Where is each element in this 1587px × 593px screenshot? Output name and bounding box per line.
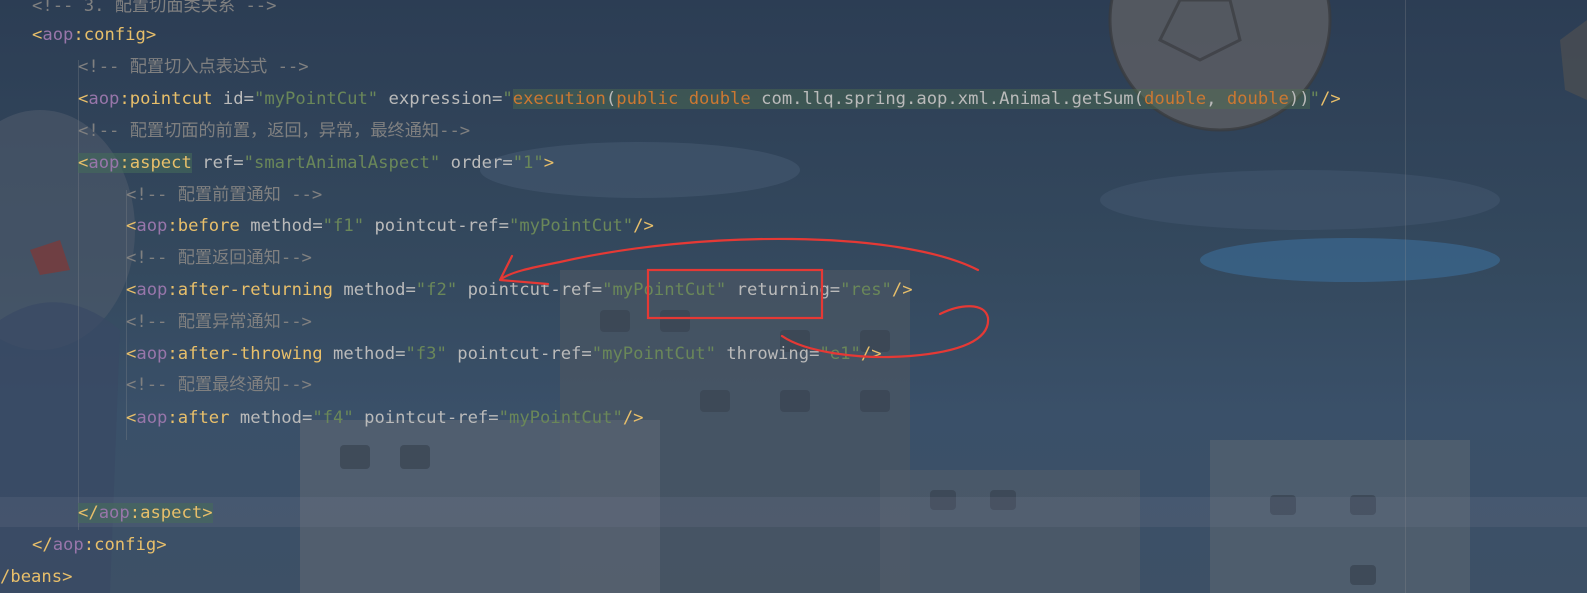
code-editor[interactable]: <!-- 3. 配置切面类关系 --> <aop:config> <!-- 配置…	[0, 0, 1587, 593]
annotation-loop	[780, 305, 990, 359]
annotation-overlay	[498, 237, 990, 359]
annotation-arrow	[498, 237, 980, 286]
annotation-box	[646, 268, 824, 320]
